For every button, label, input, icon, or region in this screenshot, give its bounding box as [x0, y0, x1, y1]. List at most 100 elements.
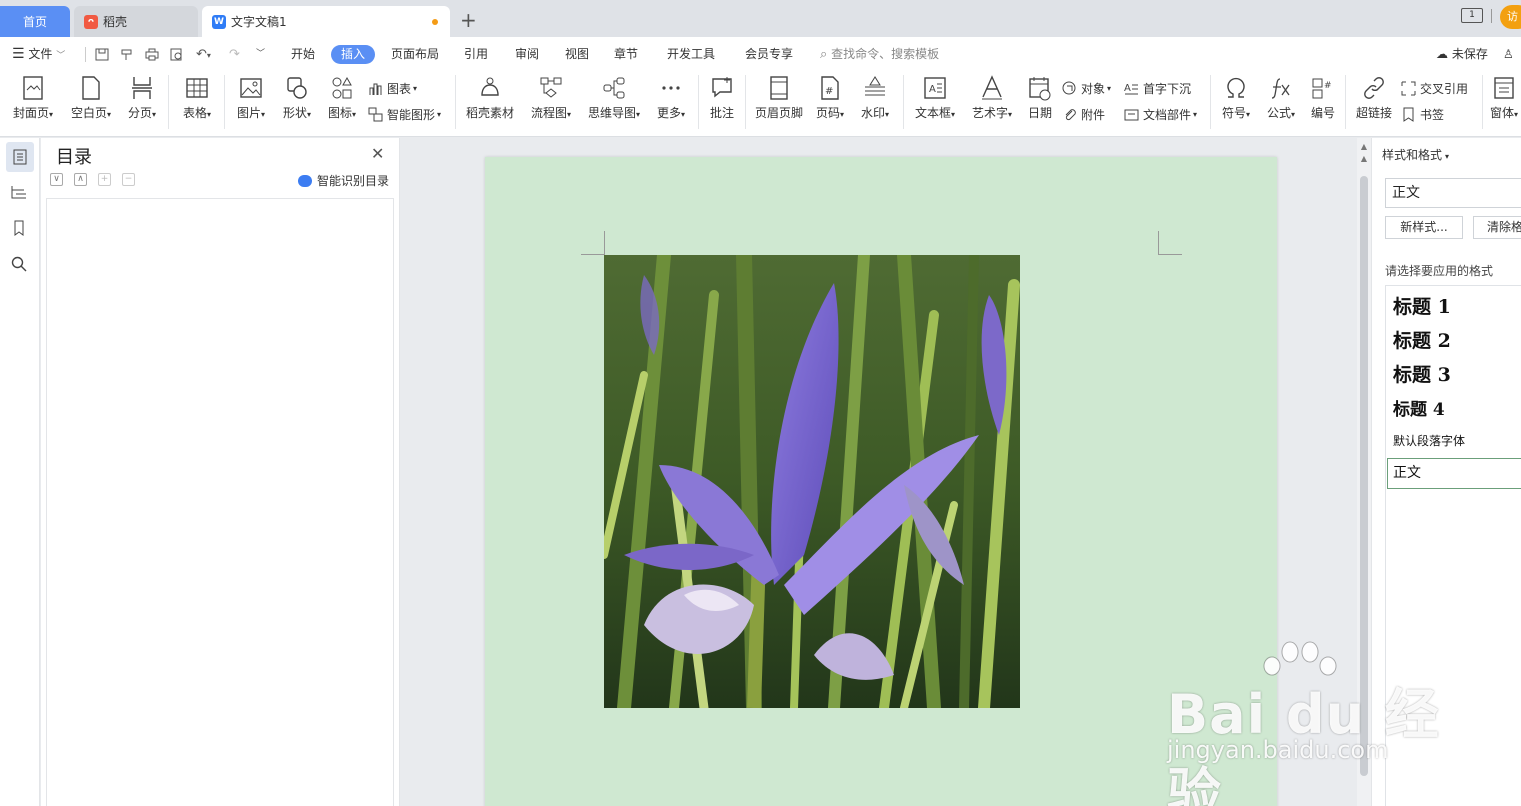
doc-parts-button[interactable]: 文档部件 ▾ — [1124, 106, 1197, 123]
text-box-button[interactable]: A 文本框▾ — [911, 75, 959, 121]
hyperlink-label: 超链接 — [1355, 106, 1392, 120]
hyperlink-button[interactable]: 超链接 — [1353, 75, 1395, 121]
writer-doc-icon: W — [212, 14, 226, 29]
new-style-button[interactable]: 新样式... — [1385, 216, 1463, 239]
style-heading-2[interactable]: 标题 2 — [1393, 326, 1451, 353]
chapter-navigation-icon[interactable] — [9, 182, 29, 202]
remove-level-icon[interactable]: − — [122, 173, 135, 186]
blank-page-button[interactable]: 空白页▾ — [66, 75, 116, 121]
scroll-up-icon[interactable]: ▲ — [1359, 154, 1369, 164]
bookmark-panel-icon[interactable] — [9, 218, 29, 238]
picture-button[interactable]: 图片▾ — [232, 75, 270, 121]
formula-button[interactable]: 公式▾ — [1263, 75, 1299, 121]
menu-section[interactable]: 章节 — [614, 37, 638, 71]
add-level-icon[interactable]: + — [98, 173, 111, 186]
new-tab-button[interactable]: + — [460, 9, 477, 31]
symbol-button[interactable]: 符号▾ — [1218, 75, 1254, 121]
comment-button[interactable]: 批注 — [706, 75, 738, 121]
shape-button[interactable]: 形状▾ — [278, 75, 316, 121]
menu-bar: ☰ 文件 ﹀ ↶▾ ↷ ﹀ 开始 插入 页面布局 引用 审阅 视图 章节 开发工… — [0, 37, 1521, 71]
vertical-scrollbar[interactable]: ▲ ▲ — [1357, 138, 1371, 806]
tab-daoke[interactable]: ᴖ 稻壳 — [74, 6, 198, 37]
icon-library-button[interactable]: 图标▾ — [323, 75, 361, 121]
save-icon[interactable] — [95, 48, 109, 61]
date-button[interactable]: 日期 — [1025, 75, 1055, 121]
picture-label: 图片 — [236, 106, 261, 120]
daoke-material-button[interactable]: 稻壳素材 — [463, 75, 517, 121]
watermark-button[interactable]: 水印▾ — [856, 75, 894, 121]
smart-shape-button[interactable]: 智能图形 ▾ — [368, 106, 441, 123]
print-icon[interactable] — [145, 48, 159, 61]
scrollbar-thumb[interactable] — [1360, 176, 1368, 776]
smart-recognize-toc-button[interactable]: 智能识别目录 — [298, 172, 389, 189]
style-heading-4[interactable]: 标题 4 — [1393, 395, 1445, 420]
doc-parts-label: 文档部件 — [1143, 108, 1192, 122]
style-heading-1[interactable]: 标题 1 — [1393, 292, 1451, 319]
menu-developer[interactable]: 开发工具 — [667, 37, 715, 71]
window-form-label: 窗体 — [1489, 106, 1514, 120]
dropdown-arrow-icon: ▾ — [1514, 110, 1519, 119]
chart-button[interactable]: 图表 ▾ — [368, 80, 417, 97]
menu-references-label: 引用 — [464, 47, 489, 61]
style-heading-3[interactable]: 标题 3 — [1393, 360, 1451, 387]
document-page[interactable] — [485, 157, 1277, 806]
undo-icon[interactable]: ↶▾ — [196, 48, 218, 61]
menu-start[interactable]: 开始 — [291, 37, 315, 71]
command-search[interactable]: ⌕ 查找命令、搜索模板 — [820, 37, 939, 71]
tab-home[interactable]: 首页 — [0, 6, 70, 37]
page-break-button[interactable]: 分页▾ — [123, 75, 161, 121]
numbering-button[interactable]: # 编号 — [1308, 75, 1338, 121]
menu-review[interactable]: 审阅 — [515, 37, 539, 71]
cover-page-button[interactable]: 封面页▾ — [8, 75, 58, 121]
page-break-label: 分页 — [127, 106, 152, 120]
close-icon[interactable]: ✕ — [371, 144, 384, 163]
redo-icon[interactable]: ↷ — [229, 48, 243, 61]
menu-member[interactable]: 会员专享 — [745, 37, 793, 71]
style-heading-4-label: 标题 4 — [1393, 400, 1445, 420]
window-layout-icon[interactable]: 1 — [1461, 8, 1483, 23]
format-painter-icon[interactable] — [120, 48, 134, 61]
inserted-iris-photo[interactable] — [604, 255, 1020, 708]
scroll-up-icon[interactable]: ▲ — [1359, 142, 1369, 152]
drop-cap-button[interactable]: A 首字下沉 — [1124, 80, 1191, 97]
menu-view[interactable]: 视图 — [565, 37, 589, 71]
table-button[interactable]: 表格▾ — [177, 75, 217, 121]
current-style-field[interactable]: 正文 — [1385, 178, 1521, 208]
clear-format-button[interactable]: 清除格式 — [1473, 216, 1521, 239]
toc-panel-icon[interactable] — [6, 142, 34, 172]
more-button[interactable]: 更多▾ — [652, 75, 690, 121]
tab-daoke-label: 稻壳 — [103, 15, 128, 29]
menu-page-layout[interactable]: 页面布局 — [391, 37, 439, 71]
object-button[interactable]: 对象 ▾ — [1062, 80, 1111, 97]
menu-references[interactable]: 引用 — [464, 37, 488, 71]
header-footer-button[interactable]: 页眉页脚 — [753, 75, 805, 121]
style-normal[interactable]: 正文 — [1387, 458, 1521, 489]
mind-map-button[interactable]: 思维导图▾ — [584, 75, 644, 121]
dropdown-arrow-icon: ▾ — [1291, 110, 1296, 119]
menu-insert[interactable]: 插入 — [331, 45, 376, 64]
print-preview-icon[interactable] — [170, 48, 184, 61]
dropdown-arrow-icon: ▾ — [951, 110, 956, 119]
document-canvas[interactable] — [401, 138, 1357, 806]
share-user-icon[interactable]: ♙ — [1503, 37, 1514, 71]
flowchart-button[interactable]: 流程图▾ — [526, 75, 576, 121]
style-default-paragraph-font[interactable]: 默认段落字体 — [1393, 432, 1465, 449]
word-art-button[interactable]: 艺术字▾ — [967, 75, 1017, 121]
bookmark-button[interactable]: 书签 — [1401, 106, 1444, 123]
customize-toolbar-icon[interactable]: ﹀ — [256, 48, 270, 61]
cloud-save-status[interactable]: ☁ 未保存 — [1436, 37, 1488, 71]
expand-all-icon[interactable]: ∨ — [50, 173, 63, 186]
visitor-button[interactable]: 访 — [1500, 5, 1521, 29]
object-label: 对象 — [1081, 82, 1106, 96]
page-number-button[interactable]: # 页码▾ — [812, 75, 848, 121]
find-icon[interactable] — [9, 254, 29, 274]
margin-corner-mark — [581, 231, 605, 255]
tab-document[interactable]: W 文字文稿1 — [202, 6, 450, 37]
window-form-button[interactable]: 窗体▾ — [1487, 75, 1521, 121]
collapse-all-icon[interactable]: ∧ — [74, 173, 87, 186]
styles-pane-title[interactable]: 样式和格式 ▾ — [1382, 146, 1449, 163]
cross-reference-button[interactable]: 交叉引用 — [1401, 80, 1468, 97]
menu-developer-label: 开发工具 — [667, 47, 716, 61]
file-menu[interactable]: ☰ 文件 ﹀ — [12, 37, 65, 71]
attachment-button[interactable]: 附件 — [1062, 106, 1105, 123]
